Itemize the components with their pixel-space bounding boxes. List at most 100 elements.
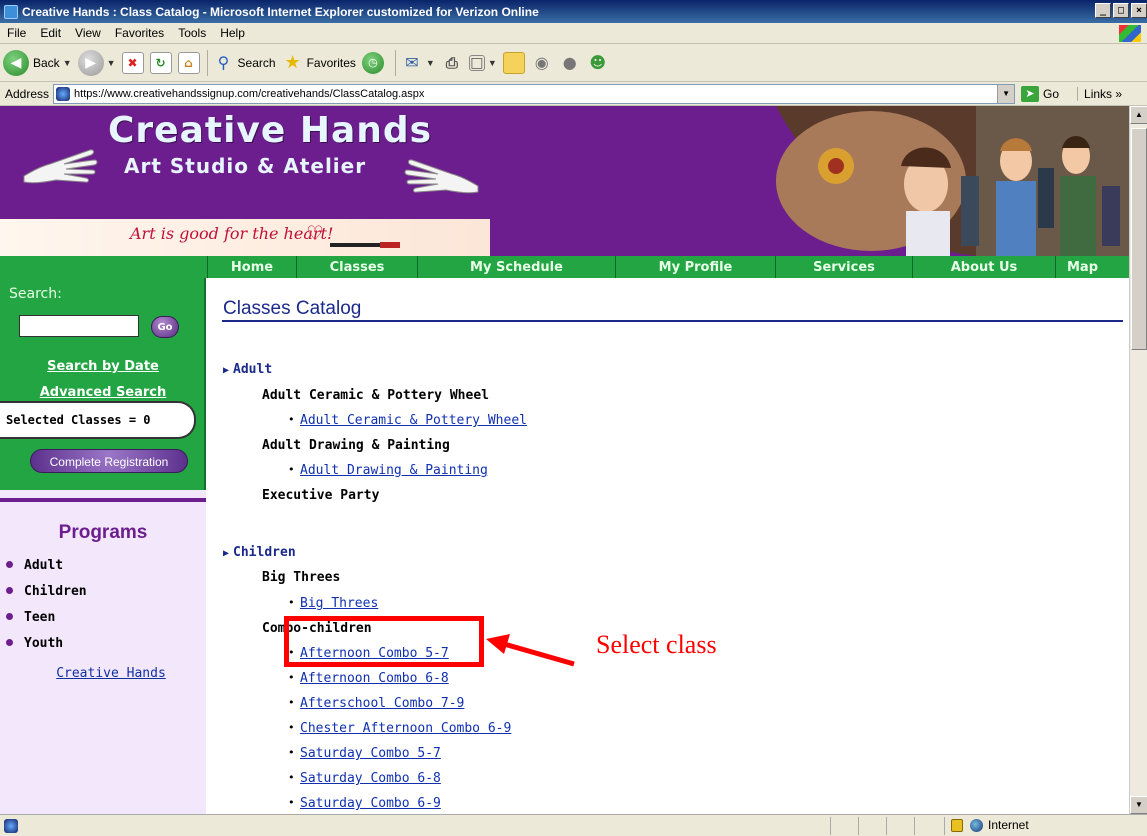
nav-my-schedule[interactable]: My Schedule <box>418 256 616 278</box>
search-go-button[interactable]: Go <box>151 316 179 338</box>
forward-button[interactable]: ▶ ▼ <box>77 49 116 76</box>
page-icon <box>56 86 71 101</box>
search-button[interactable]: ⚲ Search <box>213 52 276 74</box>
heart-icon: ♡ <box>306 221 324 245</box>
links-button[interactable]: Links » <box>1077 86 1122 101</box>
class-link[interactable]: Afterschool Combo 7-9 <box>288 696 464 711</box>
class-link[interactable]: Adult Ceramic & Pottery Wheel <box>288 413 527 428</box>
ie-icon <box>4 4 18 19</box>
menu-favorites[interactable]: Favorites <box>108 26 171 40</box>
program-children[interactable]: Children <box>6 584 87 610</box>
class-link[interactable]: Adult Drawing & Painting <box>288 463 488 478</box>
home-icon[interactable]: ⌂ <box>177 51 200 74</box>
category-children-label: Children <box>233 545 296 560</box>
scroll-up-icon[interactable]: ▲ <box>1130 106 1147 124</box>
programs-title: Programs <box>58 522 148 543</box>
status-cell <box>886 817 887 835</box>
menu-file[interactable]: File <box>0 26 33 40</box>
site-title: Creative Hands <box>108 110 433 151</box>
subcategory-header: Adult Ceramic & Pottery Wheel <box>262 388 489 403</box>
site-tagline: Art is good for the heart! <box>130 224 334 243</box>
nav-services[interactable]: Services <box>776 256 913 278</box>
subcategory-header: Big Threes <box>262 570 341 585</box>
close-button[interactable]: × <box>1131 3 1147 18</box>
program-teen[interactable]: Teen <box>6 610 87 636</box>
class-link[interactable]: Afternoon Combo 6-8 <box>288 671 449 686</box>
program-youth[interactable]: Youth <box>6 636 87 662</box>
kids-photo-collage <box>776 106 1129 256</box>
scroll-down-icon[interactable]: ▼ <box>1130 796 1147 814</box>
creative-hands-link[interactable]: Creative Hands <box>0 666 222 681</box>
chevron-down-icon[interactable]: ▼ <box>426 58 435 68</box>
chevron-down-icon[interactable]: ▼ <box>997 84 1015 103</box>
class-link[interactable]: Saturday Combo 6-9 <box>288 796 441 811</box>
search-input[interactable] <box>19 315 139 337</box>
favorites-label: Favorites <box>306 55 356 70</box>
search-by-date-link[interactable]: Search by Date <box>0 359 206 374</box>
status-bar: Internet <box>0 814 1147 836</box>
chevron-down-icon[interactable]: ▼ <box>63 58 72 68</box>
class-link[interactable]: Big Threes <box>288 596 378 611</box>
page-status-icon <box>4 819 18 833</box>
status-cell <box>914 817 915 835</box>
folder-icon[interactable] <box>502 51 525 74</box>
maximize-button[interactable]: □ <box>1113 3 1129 18</box>
search-label: Search <box>237 55 276 70</box>
selected-classes-count: Selected Classes = 0 <box>0 401 196 439</box>
category-children[interactable]: ▶ Children <box>223 545 296 560</box>
left-sidebar: Search: Go Search by Date Advanced Searc… <box>0 278 206 814</box>
go-arrow-icon: ➤ <box>1021 85 1040 102</box>
menu-help[interactable]: Help <box>213 26 252 40</box>
main-nav: Home Classes My Schedule My Profile Serv… <box>0 256 1129 278</box>
class-link[interactable]: Saturday Combo 5-7 <box>288 746 441 761</box>
subcategory-header: Adult Drawing & Painting <box>262 438 450 453</box>
favorites-button[interactable]: ★ Favorites <box>282 52 356 74</box>
mail-button[interactable]: ✉ ▼ <box>401 52 435 74</box>
address-field[interactable]: https://www.creativehandssignup.com/crea… <box>53 83 1016 104</box>
minimize-button[interactable]: _ <box>1095 3 1111 18</box>
vertical-scrollbar[interactable]: ▲ ▼ <box>1129 106 1147 814</box>
nav-home[interactable]: Home <box>208 256 297 278</box>
category-adult-label: Adult <box>233 362 273 377</box>
back-button[interactable]: ◀ Back ▼ <box>3 49 72 76</box>
nav-spacer <box>0 256 208 278</box>
chevron-down-icon[interactable]: ▼ <box>488 58 497 68</box>
stop-icon[interactable]: ✖ <box>121 51 144 74</box>
refresh-icon[interactable]: ↻ <box>149 51 172 74</box>
program-adult[interactable]: Adult <box>6 558 87 584</box>
nav-map[interactable]: Map <box>1056 256 1109 278</box>
class-link[interactable]: Saturday Combo 6-8 <box>288 771 441 786</box>
globe-icon <box>970 819 983 832</box>
nav-my-profile[interactable]: My Profile <box>616 256 776 278</box>
annotation-text: Select class <box>596 630 717 659</box>
lock-icon <box>951 819 963 832</box>
people-icon[interactable]: ☻ <box>587 52 609 74</box>
go-label: Go <box>1043 86 1060 101</box>
discuss-icon[interactable]: ● <box>559 52 581 74</box>
menu-tools[interactable]: Tools <box>171 26 213 40</box>
title-divider <box>222 320 1123 322</box>
site-subtitle: Art Studio & Atelier <box>124 154 367 178</box>
browser-window: Creative Hands : Class Catalog - Microso… <box>0 0 1147 836</box>
advanced-search-link[interactable]: Advanced Search <box>0 385 206 400</box>
address-url[interactable]: https://www.creativehandssignup.com/crea… <box>74 88 424 100</box>
nav-about-us[interactable]: About Us <box>913 256 1056 278</box>
edit-button[interactable]: □ ▼ <box>468 54 497 71</box>
search-label: Search: <box>9 286 62 302</box>
scroll-thumb[interactable] <box>1131 128 1147 350</box>
triangle-right-icon: ▶ <box>223 548 230 559</box>
menu-edit[interactable]: Edit <box>33 26 68 40</box>
history-icon[interactable]: ◷ <box>361 51 384 74</box>
print-icon[interactable]: ⎙ <box>441 52 463 74</box>
complete-registration-button[interactable]: Complete Registration <box>30 449 188 473</box>
go-button[interactable]: ➤ Go <box>1021 85 1060 102</box>
messenger-icon[interactable]: ◉ <box>531 52 553 74</box>
category-adult[interactable]: ▶ Adult <box>223 362 272 377</box>
main-content: Classes Catalog ▶ Adult Adult Ceramic & P… <box>206 278 1129 814</box>
nav-classes[interactable]: Classes <box>297 256 418 278</box>
chevron-down-icon[interactable]: ▼ <box>107 58 116 68</box>
menu-view[interactable]: View <box>68 26 108 40</box>
subcategory-header: Executive Party <box>262 488 380 503</box>
class-link[interactable]: Chester Afternoon Combo 6-9 <box>288 721 511 736</box>
back-arrow-icon: ◀ <box>3 49 29 76</box>
